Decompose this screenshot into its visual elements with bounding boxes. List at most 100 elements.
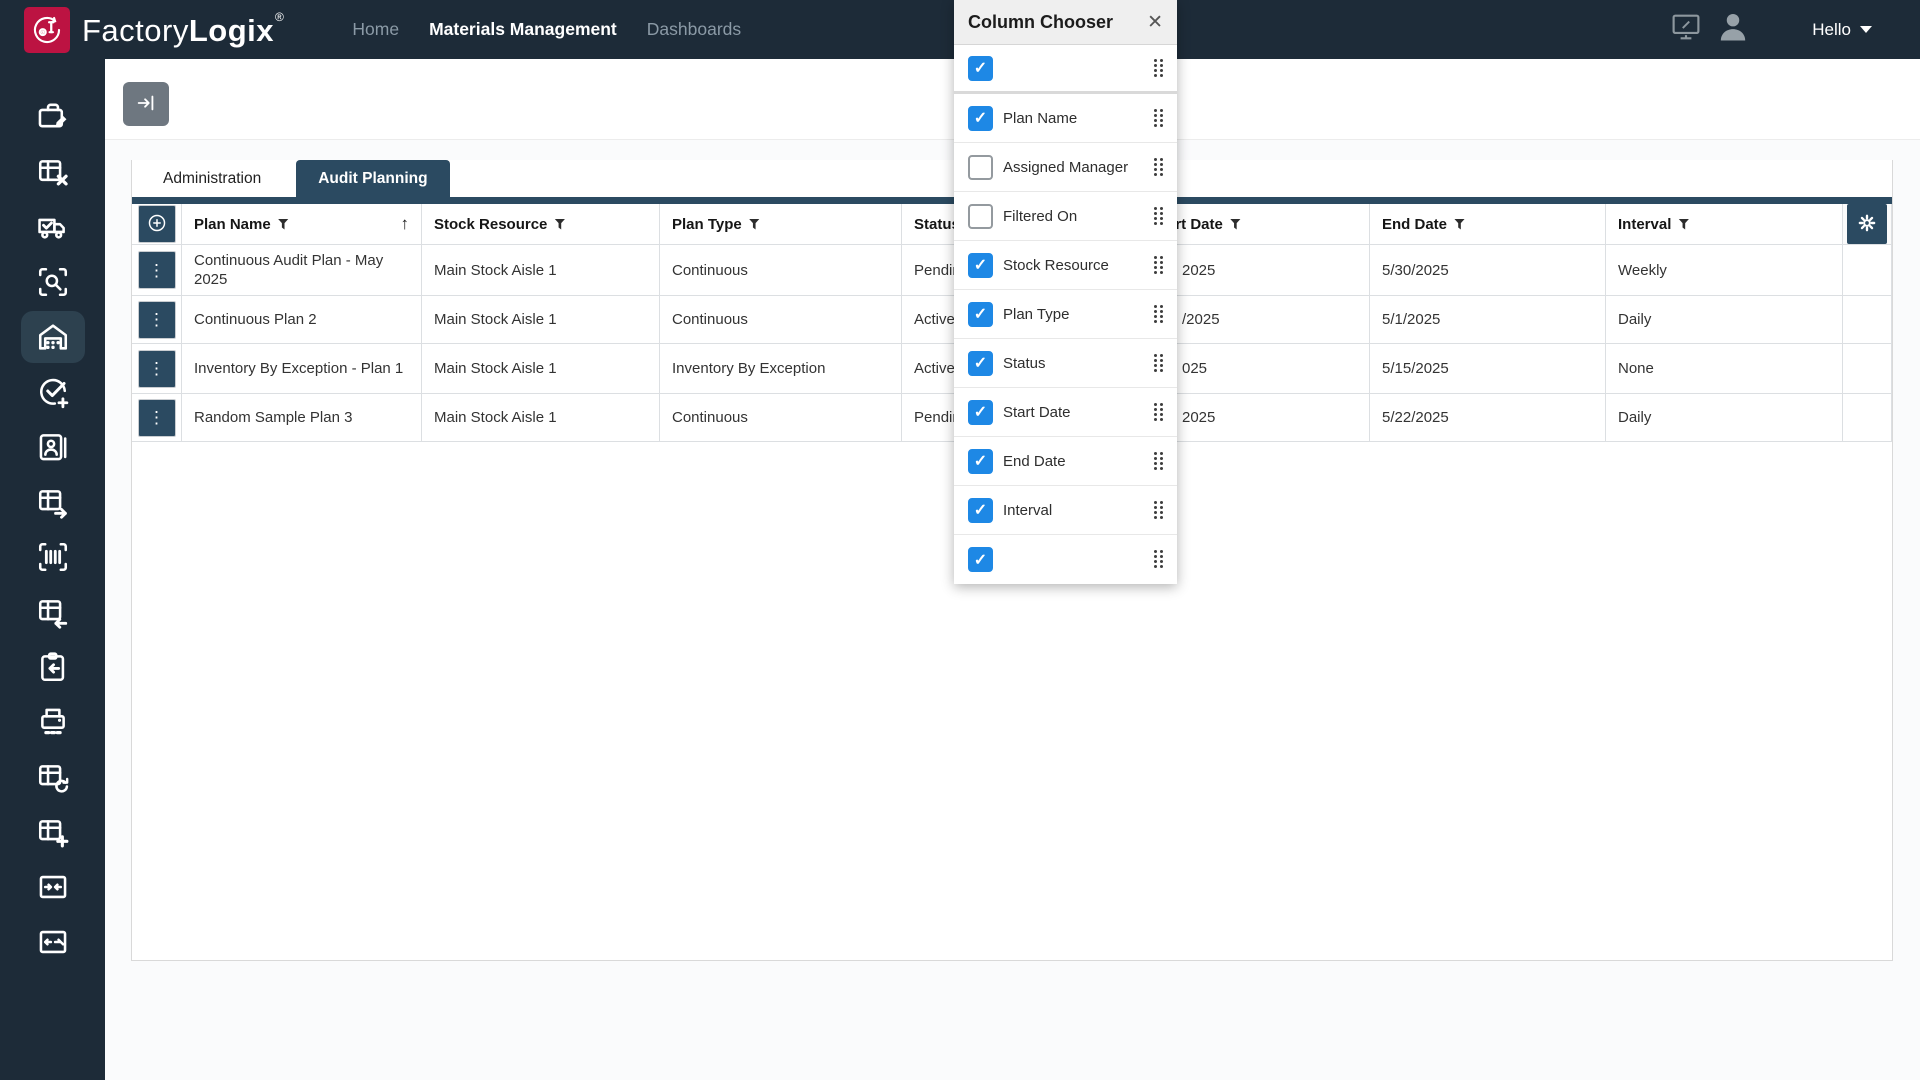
checkbox[interactable]: [968, 252, 993, 278]
filter-icon[interactable]: [748, 218, 760, 230]
greeting-label: Hello: [1812, 19, 1851, 39]
monitor-edit-icon[interactable]: [1672, 14, 1700, 45]
collapse-panel-button[interactable]: [123, 82, 169, 126]
nav-item-dashboards[interactable]: Dashboards: [647, 19, 741, 40]
sidebar-item-table-add[interactable]: [0, 804, 105, 859]
column-chooser-popup: Column Chooser ✕ Plan Name Assigned Mana…: [954, 0, 1177, 584]
filter-icon[interactable]: [1229, 218, 1241, 230]
user-avatar-icon[interactable]: [1716, 10, 1750, 49]
column-chooser-item[interactable]: [954, 535, 1177, 584]
sidebar-item-table-import[interactable]: [0, 584, 105, 639]
column-chooser-item[interactable]: Start Date: [954, 388, 1177, 437]
checkbox[interactable]: [968, 497, 993, 523]
sidebar: [0, 59, 105, 1080]
column-chooser-item[interactable]: End Date: [954, 437, 1177, 486]
column-chooser-item[interactable]: Status: [954, 339, 1177, 388]
filter-icon[interactable]: [1454, 218, 1466, 230]
drag-handle-icon[interactable]: [1147, 58, 1163, 70]
drag-handle-icon[interactable]: [1147, 402, 1163, 414]
cell-end-date: 5/22/2025: [1370, 394, 1606, 442]
row-menu-button[interactable]: ⋮: [137, 349, 176, 388]
column-chooser-item[interactable]: Assigned Manager: [954, 143, 1177, 192]
column-chooser-item[interactable]: Stock Resource: [954, 241, 1177, 290]
cell-plan-name: Inventory By Exception - Plan 1: [182, 344, 422, 394]
cell-end-date: 5/1/2025: [1370, 296, 1606, 344]
column-chooser-item[interactable]: Plan Type: [954, 290, 1177, 339]
print-icon: [36, 705, 70, 739]
drag-handle-icon[interactable]: [1147, 451, 1163, 463]
sidebar-item-work-order-edit[interactable]: [0, 89, 105, 144]
column-chooser-label: Assigned Manager: [1003, 158, 1129, 176]
column-chooser-item[interactable]: Filtered On: [954, 192, 1177, 241]
cell-plan-type: Continuous: [660, 296, 902, 344]
cell-empty: [1843, 344, 1892, 394]
cell-end-date: 5/15/2025: [1370, 344, 1606, 394]
nav-item-materials-management[interactable]: Materials Management: [429, 19, 617, 40]
drag-handle-icon[interactable]: [1147, 157, 1163, 169]
sidebar-item-contacts-card[interactable]: [0, 419, 105, 474]
checkbox[interactable]: [968, 105, 993, 131]
filter-icon[interactable]: [554, 218, 566, 230]
checkbox[interactable]: [968, 55, 993, 81]
sidebar-item-audit-add[interactable]: [0, 364, 105, 419]
chevron-down-icon: [1860, 26, 1872, 33]
cell-plan-name: Continuous Audit Plan - May 2025: [182, 245, 422, 296]
drag-handle-icon[interactable]: [1147, 108, 1163, 120]
filter-icon[interactable]: [1678, 218, 1690, 230]
drag-handle-icon[interactable]: [1147, 353, 1163, 365]
nav-item-home[interactable]: Home: [352, 19, 399, 40]
checkbox[interactable]: [968, 203, 993, 229]
sidebar-item-print[interactable]: [0, 694, 105, 749]
checkbox[interactable]: [968, 301, 993, 327]
checkbox[interactable]: [968, 350, 993, 376]
user-menu[interactable]: Hello: [1812, 20, 1872, 40]
arrow-to-bar-icon: [135, 92, 157, 117]
column-chooser-label: Status: [1003, 354, 1046, 372]
cell-interval: Weekly: [1606, 245, 1843, 296]
column-chooser-item[interactable]: Interval: [954, 486, 1177, 535]
column-settings-button[interactable]: [1847, 204, 1887, 244]
row-menu-button[interactable]: ⋮: [137, 300, 176, 339]
sidebar-item-table-refresh[interactable]: [0, 749, 105, 804]
column-header-plan-name[interactable]: Plan Name ↑: [182, 204, 422, 245]
sidebar-item-inspect-search[interactable]: [0, 254, 105, 309]
column-chooser-title: Column Chooser: [968, 11, 1114, 32]
close-icon[interactable]: ✕: [1147, 13, 1163, 32]
contacts-card-icon: [36, 430, 70, 464]
cell-plan-name: Random Sample Plan 3: [182, 394, 422, 442]
column-chooser-header[interactable]: Column Chooser ✕: [954, 0, 1177, 45]
sidebar-item-table-export[interactable]: [0, 474, 105, 529]
sidebar-item-warehouse[interactable]: [0, 309, 105, 364]
tab-audit-planning[interactable]: Audit Planning: [296, 160, 450, 197]
column-header-plan-type[interactable]: Plan Type: [660, 204, 902, 245]
column-header-end-date[interactable]: End Date: [1370, 204, 1606, 245]
column-label: Plan Name: [194, 215, 271, 233]
row-menu-button[interactable]: ⋮: [137, 398, 176, 437]
row-menu-button[interactable]: ⋮: [137, 251, 176, 289]
checkbox[interactable]: [968, 547, 993, 572]
sidebar-item-barcode-scan[interactable]: [0, 529, 105, 584]
drag-handle-icon[interactable]: [1147, 550, 1163, 561]
drag-handle-icon[interactable]: [1147, 500, 1163, 512]
drag-handle-icon[interactable]: [1147, 304, 1163, 316]
column-header-settings: [1843, 204, 1892, 245]
sidebar-item-table-remove[interactable]: [0, 144, 105, 199]
sidebar-item-expand-horizontal[interactable]: [0, 914, 105, 969]
drag-handle-icon[interactable]: [1147, 206, 1163, 218]
sidebar-item-shipment-check[interactable]: [0, 199, 105, 254]
barcode-scan-icon: [36, 540, 70, 574]
tab-administration[interactable]: Administration: [141, 160, 283, 197]
expand-all-button[interactable]: [137, 205, 176, 243]
checkbox[interactable]: [968, 448, 993, 474]
column-header-stock-resource[interactable]: Stock Resource: [422, 204, 660, 245]
filter-icon[interactable]: [277, 218, 289, 230]
cell-plan-type: Continuous: [660, 394, 902, 442]
column-chooser-item[interactable]: [954, 45, 1177, 94]
column-chooser-item[interactable]: Plan Name: [954, 94, 1177, 143]
checkbox[interactable]: [968, 154, 993, 180]
sidebar-item-clipboard-return[interactable]: [0, 639, 105, 694]
sidebar-item-collapse-horizontal[interactable]: [0, 859, 105, 914]
drag-handle-icon[interactable]: [1147, 255, 1163, 267]
column-header-interval[interactable]: Interval: [1606, 204, 1843, 245]
checkbox[interactable]: [968, 399, 993, 425]
